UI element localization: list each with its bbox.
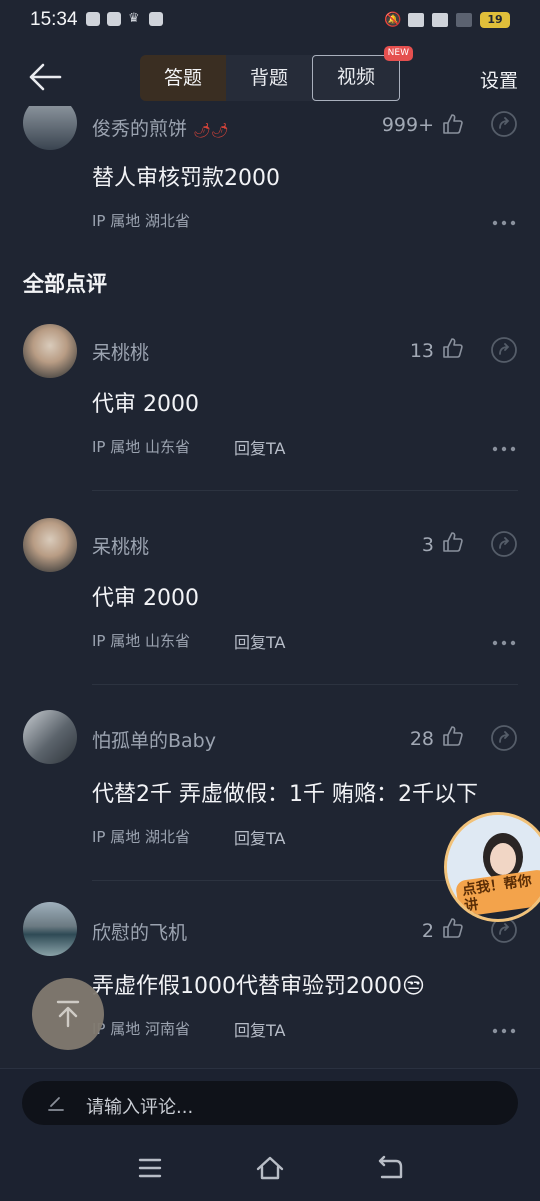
comment-list: 俊秀的煎饼 🌶🌶 999+ 替人审核罚款2000 IP 属地 湖北省 全部点评 … — [0, 106, 540, 1076]
like-count: 2 — [421, 920, 434, 942]
reply-button[interactable]: 回复TA — [234, 435, 285, 459]
comment-text: 代审 2000 — [92, 392, 199, 417]
ip-location: IP 属地 山东省 — [92, 438, 191, 456]
k-app-icon — [86, 12, 100, 26]
comment-username[interactable]: 怕孤单的Baby — [92, 726, 216, 753]
comment-text: 弄虚作假1000代替审验罚2000😒 — [92, 974, 425, 999]
ip-location: IP 属地 湖北省 — [92, 828, 191, 846]
tab-video-label: 视频 — [336, 66, 375, 88]
battery-icon: 19 — [480, 12, 510, 28]
status-bar: 15:34 ♛ 🔕 19 — [0, 0, 540, 44]
avatar[interactable] — [23, 324, 77, 378]
crown-icon: ♛ — [128, 11, 140, 26]
system-nav-bar — [0, 1153, 540, 1183]
more-icon[interactable] — [492, 220, 516, 226]
like-count: 28 — [409, 728, 434, 750]
divider — [92, 684, 518, 685]
share-icon[interactable] — [490, 724, 518, 752]
reply-button[interactable]: 回复TA — [234, 825, 285, 849]
status-right-icons: 🔕 19 — [384, 12, 510, 28]
back-button[interactable] — [28, 62, 64, 92]
comment-text: 代审 2000 — [92, 586, 199, 611]
notification-icons: ♛ — [86, 12, 163, 26]
divider — [92, 490, 518, 491]
more-icon[interactable] — [492, 1028, 516, 1034]
reply-button[interactable]: 回复TA — [234, 1017, 285, 1041]
comment-input-placeholder: 请输入评论... — [86, 1097, 194, 1118]
thumbs-up-icon[interactable] — [441, 724, 465, 748]
ip-location: IP 属地 湖北省 — [92, 212, 191, 230]
like-count: 3 — [421, 534, 434, 556]
tab-video[interactable]: 视频 NEW — [312, 46, 413, 101]
5g-signal-icon — [432, 13, 448, 27]
comment-input[interactable]: 请输入评论... — [22, 1081, 518, 1125]
hd-icon — [408, 13, 424, 27]
ip-location: IP 属地 山东省 — [92, 632, 191, 650]
signal-icon — [456, 13, 472, 27]
bottom-area: 请输入评论... — [0, 1068, 540, 1201]
tutor-ad-bubble[interactable]: 点我！帮你讲 — [444, 812, 540, 922]
thumbs-up-icon[interactable] — [441, 530, 465, 554]
tab-memorize[interactable]: 背题 — [226, 55, 312, 101]
more-icon[interactable] — [492, 640, 516, 646]
ip-location: IP 属地 河南省 — [92, 1020, 191, 1038]
like-count: 13 — [409, 340, 434, 362]
comment-text: 代替2千 弄虚做假：1千 贿赂：2千以下 — [92, 782, 478, 807]
comment-username[interactable]: 欣慰的飞机 — [92, 918, 187, 945]
tab-bar: 答题 背题 视频 NEW — [140, 46, 413, 101]
avatar[interactable] — [23, 710, 77, 764]
comment-username[interactable]: 俊秀的煎饼 🌶🌶 — [92, 114, 229, 141]
thumbs-up-icon[interactable] — [441, 112, 465, 136]
video-app-icon — [149, 12, 163, 26]
new-badge: NEW — [383, 46, 413, 61]
top-bar: 答题 背题 视频 NEW 设置 — [0, 46, 540, 106]
comment-item: 呆桃桃 13 代审 2000 IP 属地 山东省 回复TA — [0, 324, 540, 514]
back-arrow-icon — [29, 63, 62, 91]
pencil-icon — [48, 1097, 64, 1111]
like-count: 999+ — [381, 114, 434, 136]
thumbs-up-icon[interactable] — [441, 336, 465, 360]
mute-icon: 🔕 — [384, 12, 402, 28]
avatar[interactable] — [23, 106, 77, 150]
comment-username[interactable]: 呆桃桃 — [92, 532, 149, 559]
settings-button[interactable]: 设置 — [480, 66, 518, 93]
chili-icon: 🌶🌶 — [193, 123, 229, 139]
tab-answer[interactable]: 答题 — [140, 55, 226, 101]
home-icon[interactable] — [255, 1155, 285, 1181]
section-title: 全部点评 — [23, 272, 107, 296]
status-time: 15:34 — [30, 9, 78, 30]
reply-button[interactable]: 回复TA — [234, 629, 285, 653]
thumbs-up-icon[interactable] — [441, 916, 465, 940]
back-to-top-button[interactable] — [32, 978, 104, 1050]
comment-text: 替人审核罚款2000 — [92, 166, 280, 191]
back-nav-icon[interactable] — [376, 1155, 404, 1181]
avatar[interactable] — [23, 518, 77, 572]
comment-username[interactable]: 呆桃桃 — [92, 338, 149, 365]
avatar[interactable] — [23, 902, 77, 956]
share-icon[interactable] — [490, 110, 518, 138]
menu-icon[interactable] — [138, 1157, 162, 1179]
comment-item: 呆桃桃 3 代审 2000 IP 属地 山东省 回复TA — [0, 518, 540, 708]
top-comment: 俊秀的煎饼 🌶🌶 999+ 替人审核罚款2000 IP 属地 湖北省 — [0, 106, 540, 246]
more-icon[interactable] — [492, 446, 516, 452]
share-icon[interactable] — [490, 336, 518, 364]
arrow-up-icon — [56, 1000, 80, 1028]
translate-app-icon — [107, 12, 121, 26]
share-icon[interactable] — [490, 530, 518, 558]
